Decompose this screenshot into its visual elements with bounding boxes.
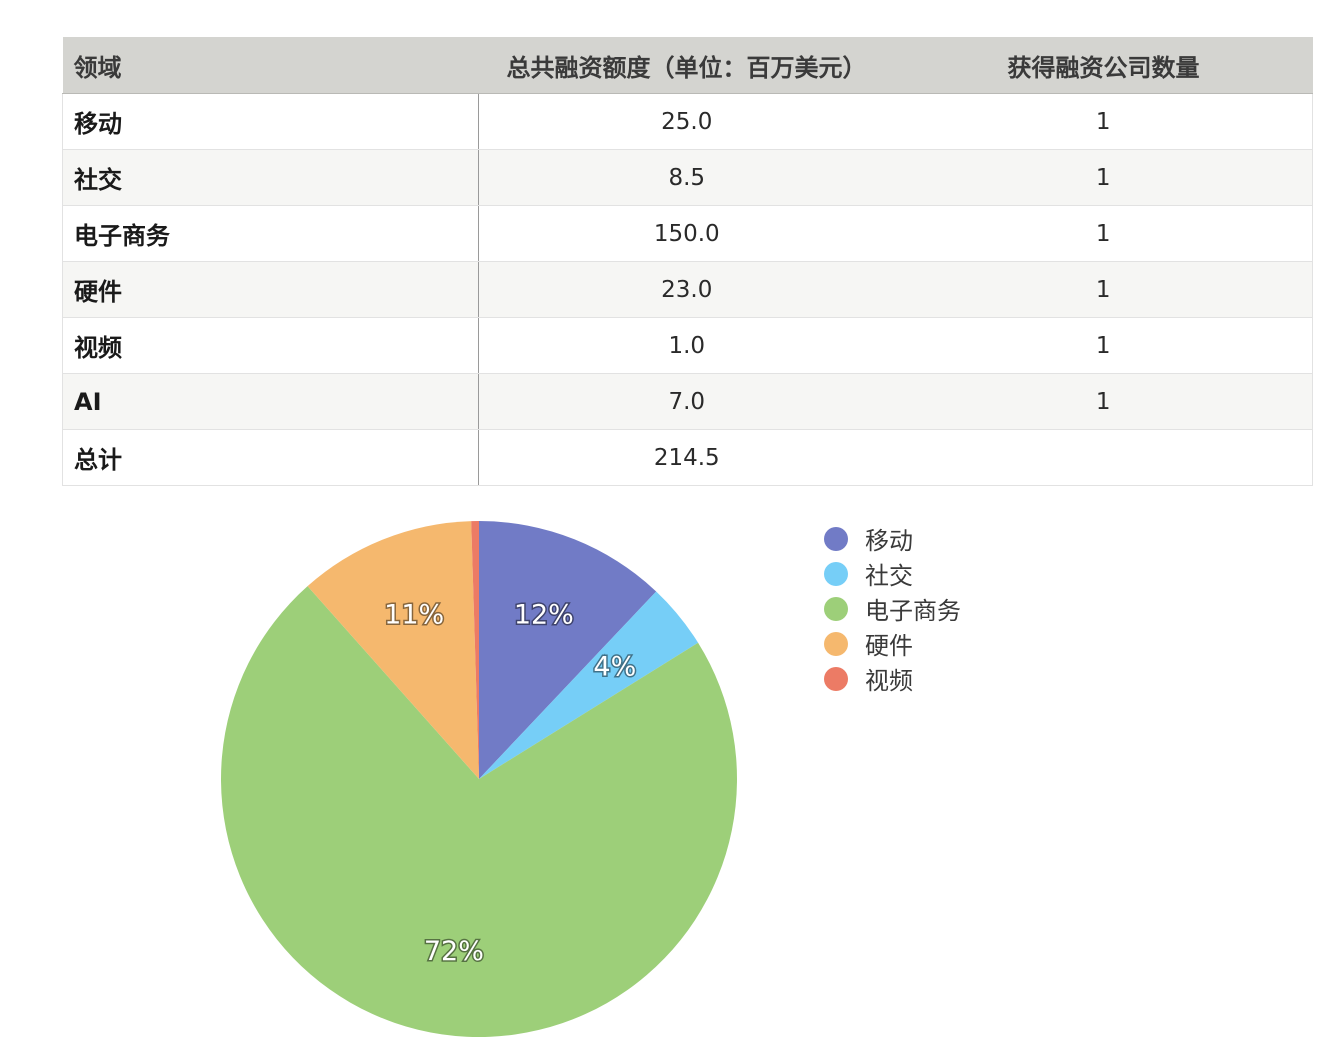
chart-legend: 移动社交电子商务硬件视频 [824,521,961,696]
slice-percent-label: 72% [424,936,484,967]
legend-item: 社交 [824,556,961,591]
legend-swatch [824,561,848,586]
slice-percent-label: 11% [384,599,444,630]
legend-swatch [824,631,848,656]
legend-item: 视频 [824,661,961,696]
legend-item: 硬件 [824,626,961,661]
legend-swatch [824,596,848,621]
legend-label: 社交 [865,562,913,590]
legend-label: 视频 [865,667,913,695]
legend-label: 电子商务 [865,597,961,625]
legend-label: 硬件 [865,632,913,660]
legend-swatch [824,666,848,691]
legend-item: 电子商务 [824,591,961,626]
legend-label: 移动 [865,527,913,555]
slice-percent-label: 4% [593,651,636,682]
pie-chart: 12% 4% 72% 11% [221,521,738,1037]
legend-swatch [824,526,848,551]
slice-percent-label: 12% [514,599,574,630]
legend-item: 移动 [824,521,961,556]
